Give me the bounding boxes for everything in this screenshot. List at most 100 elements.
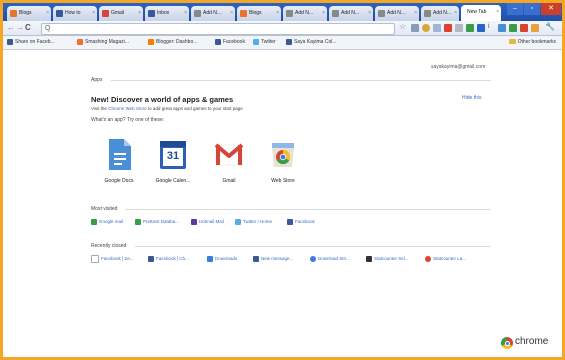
back-button[interactable]: ← [7,23,15,32]
close-tab-icon[interactable]: × [46,10,49,16]
recently-closed-item[interactable]: Statcounter La... [425,255,466,263]
bookmark-star-icon[interactable]: ☆ [399,22,407,31]
close-window-button[interactable]: ✕ [541,3,561,15]
close-tab-icon[interactable]: × [184,10,187,16]
close-tab-icon[interactable]: × [414,10,417,16]
most-visited-item[interactable]: Facebook [287,218,315,226]
close-tab-icon[interactable]: × [276,10,279,16]
statcounter-icon [366,255,372,262]
facebook-icon [253,255,259,262]
account-email[interactable]: sayakayima@gmail.com [431,64,485,70]
bookmark-item[interactable]: Facebook [215,38,245,47]
tab-favicon-icon [10,10,17,17]
bookmark-item[interactable]: Share on Faceb... [7,38,55,47]
tab[interactable]: Gmail × [99,6,143,21]
tab[interactable]: Add N... × [283,6,327,21]
bookmark-item[interactable]: Blogger: Dashbo... [148,38,197,47]
close-tab-icon[interactable]: × [496,9,499,15]
wrench-icon[interactable]: 🔧 [545,22,555,31]
tab-new-tab[interactable]: New Tab × [461,5,501,21]
maximize-button[interactable]: ▫ [524,3,540,15]
extension-icon[interactable] [444,24,452,32]
close-tab-icon[interactable]: × [138,10,141,16]
app-name: Gmail [222,178,236,184]
page-label: Download Stri... [318,256,350,261]
apps-section-title: Apps [91,77,103,83]
extension-icon[interactable] [520,24,528,32]
most-visited-item[interactable]: Hotmail Mail [191,218,224,226]
promo-headline: New! Discover a world of apps & games [91,95,234,104]
facebook-icon [215,38,221,45]
extension-icon[interactable] [509,24,517,32]
tab[interactable]: Blogs × [7,6,51,21]
tab-label: Add N... [387,10,406,16]
recently-closed-item[interactable]: Facebook | Se... [91,255,134,263]
minimize-button[interactable]: – [507,3,523,15]
address-bar[interactable]: Q [41,23,395,35]
google-calendar-icon: 31 [157,137,189,173]
bookmark-item[interactable]: Smashing Magazi... [77,38,129,47]
other-bookmarks[interactable]: Other bookmarks [508,38,556,47]
bookmark-icon [7,38,13,45]
recently-closed-item[interactable]: Downloads [207,255,237,263]
promo-prefix: Visit the [91,106,107,111]
app-google-docs[interactable]: Google Docs [91,137,147,184]
tab[interactable]: Add N... × [329,6,373,21]
close-tab-icon[interactable]: × [368,10,371,16]
bookmark-label: Share on Faceb... [15,39,55,45]
tab[interactable]: Blogs × [237,6,281,21]
app-name: Web Store [271,178,295,184]
most-visited-item[interactable]: Google mail [91,218,123,226]
extension-icon[interactable] [422,24,430,32]
app-gmail[interactable]: Gmail [201,137,257,184]
tab-label: How to [65,10,81,16]
extension-icon[interactable] [466,24,474,32]
web-store-link[interactable]: Chrome Web Store [108,106,146,111]
tab[interactable]: Add N... × [191,6,235,21]
twitter-icon [253,38,259,45]
tab[interactable]: How to × [53,6,97,21]
extension-icon[interactable] [477,24,485,32]
site-icon [191,218,197,225]
tab-favicon-icon [102,10,109,17]
recently-closed-item[interactable]: Download Stri... [310,255,350,263]
recently-closed-item[interactable]: Facebook | Ch... [148,255,189,263]
tab[interactable]: Inbox × [145,6,189,21]
page-label: Statcounter Sel... [374,256,409,261]
recently-closed-item[interactable]: Statcounter Sel... [366,255,409,263]
chrome-icon [501,337,513,349]
reload-button[interactable]: C [25,23,31,32]
most-visited-item[interactable]: Prettiest Databa... [135,218,179,226]
close-tab-icon[interactable]: × [230,10,233,16]
tab-label: Blogs [249,10,262,16]
divider [135,246,491,247]
site-icon [135,218,141,225]
forward-button[interactable]: → [16,23,24,32]
info-icon[interactable]: i [488,23,496,31]
tab-label: Add N... [295,10,314,16]
download-icon [310,255,316,262]
site-label: Prettiest Databa... [143,219,180,224]
tab[interactable]: Add N... × [421,6,459,21]
bookmark-label: Smashing Magazi... [85,39,129,45]
tab-strip: Blogs × How to × Gmail × Inbox × Add N... × B… [3,3,562,21]
recently-closed-item[interactable]: New message... [253,255,293,263]
bookmark-item[interactable]: Twitter [253,38,276,47]
extension-icon[interactable] [433,24,441,32]
app-google-calendar[interactable]: 31 Google Calen... [145,137,201,184]
tab-favicon-icon [332,10,339,17]
extension-icon[interactable] [411,24,419,32]
tab[interactable]: Add N... × [375,6,419,21]
extension-icon[interactable] [455,24,463,32]
bookmark-item[interactable]: Saya Kayima Col... [286,38,337,47]
close-tab-icon[interactable]: × [92,10,95,16]
app-web-store[interactable]: Web Store [255,137,311,184]
tab-label: Blogs [19,10,32,16]
hide-this-link[interactable]: Hide this [462,95,481,101]
page-label: Facebook | Ch... [156,256,189,261]
extension-icon[interactable] [498,24,506,32]
most-visited-item[interactable]: Twitter / Home [235,218,272,226]
close-tab-icon[interactable]: × [454,10,457,16]
extension-icon[interactable] [531,24,539,32]
close-tab-icon[interactable]: × [322,10,325,16]
